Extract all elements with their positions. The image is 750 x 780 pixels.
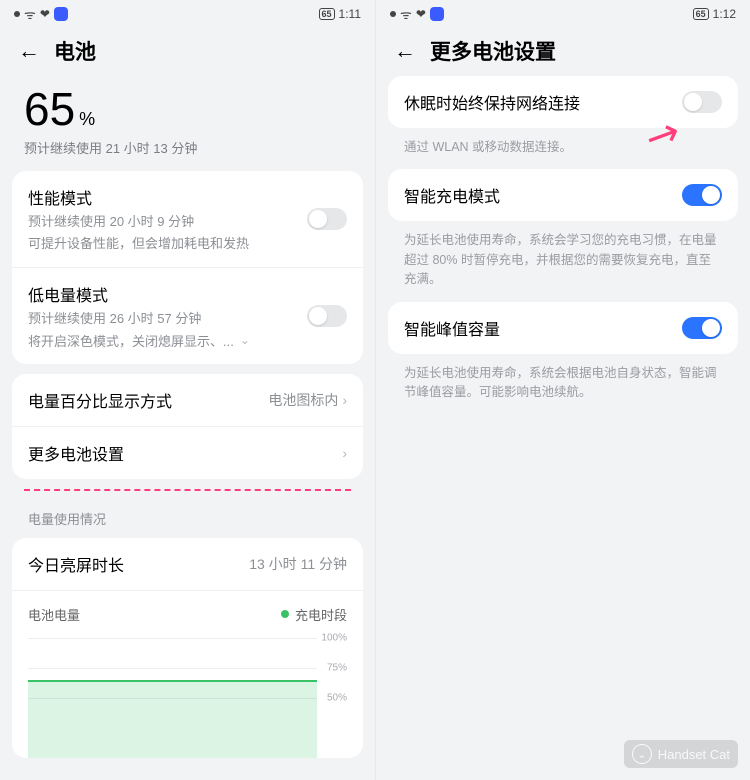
smart-charge-desc: 为延长电池使用寿命，系统会学习您的充电习惯，在电量超过 80% 时暂停充电，并根… [388,231,738,301]
battery-icon: 65 [319,8,335,20]
perf-sub1: 预计继续使用 20 小时 9 分钟 [28,213,295,231]
row-screen-time[interactable]: 今日亮屏时长 13 小时 11 分钟 [12,538,363,590]
status-dot-icon [14,11,20,17]
page-title: 电池 [54,36,96,66]
low-toggle[interactable] [307,305,347,327]
smart-charge-title: 智能充电模式 [404,183,500,207]
row-percent-display[interactable]: 电量百分比显示方式 电池图标内 › [12,374,363,426]
chart-legend: 充电时段 [281,605,347,624]
status-dot-icon [390,11,396,17]
smart-charge-card: 智能充电模式 [388,169,738,221]
usage-section-label: 电量使用情况 [12,503,363,538]
row-low-power-mode[interactable]: 低电量模式 预计继续使用 26 小时 57 分钟 将开启深色模式，关闭熄屏显示、… [12,267,363,363]
row-smart-charge[interactable]: 智能充电模式 [388,169,738,221]
screen-time-value: 13 小时 11 分钟 [249,554,347,574]
battery-percent: 65 % [24,82,95,136]
perf-toggle[interactable] [307,208,347,230]
highlight-underline [24,489,351,491]
status-right: 65 1:11 [319,7,361,21]
wifi-icon: ᯤ [24,5,36,23]
chart-label: 电池电量 [28,605,80,624]
battery-hero: 65 % 预计继续使用 21 小时 13 分钟 [12,76,363,171]
row-chart-header: 电池电量 充电时段 [12,590,363,628]
row-performance-mode[interactable]: 性能模式 预计继续使用 20 小时 9 分钟 可提升设备性能，但会增加耗电和发热 [12,171,363,267]
ytick-75: 75% [327,662,347,673]
chevron-right-icon: › [342,392,347,408]
app-icon [54,7,68,21]
percent-display-title: 电量百分比显示方式 [28,388,172,412]
row-more-battery-settings[interactable]: 更多电池设置 › [12,426,363,479]
battery-percent-value: 65 [24,82,75,136]
phone-left: ᯤ ❤ 65 1:11 ← 电池 65 % 预计继续使用 21 小时 13 分钟… [0,0,375,780]
percent-display-value-text: 电池图标内 [268,390,338,410]
perf-sub2: 可提升设备性能，但会增加耗电和发热 [28,235,295,253]
percent-display-value: 电池图标内 › [268,390,347,410]
status-left: ᯤ ❤ [390,5,444,23]
perf-title: 性能模式 [28,185,295,209]
phone-right: ᯤ ❤ 65 1:12 ← 更多电池设置 休眠时始终保持网络连接 通过 WLAN… [375,0,750,780]
status-time: 1:11 [339,7,361,21]
low-sub1: 预计继续使用 26 小时 57 分钟 [28,310,295,328]
header: ← 更多电池设置 [376,28,750,76]
status-left: ᯤ ❤ [14,5,68,23]
sleep-network-desc: 通过 WLAN 或移动数据连接。 [388,138,738,169]
low-sub2: 将开启深色模式，关闭熄屏显示、... ⌄ [28,331,295,350]
status-bar: ᯤ ❤ 65 1:11 [0,0,375,28]
watermark-icon: ⌄ [632,744,652,764]
chevron-right-icon: › [342,445,347,461]
row-smart-peak[interactable]: 智能峰值容量 [388,302,738,354]
page-title: 更多电池设置 [430,36,556,66]
header: ← 电池 [0,28,375,76]
chart-fill [28,680,317,758]
legend-dot-icon [281,610,289,618]
percent-symbol: % [79,109,95,130]
sleep-network-card: 休眠时始终保持网络连接 [388,76,738,128]
heart-icon: ❤ [40,7,50,21]
ytick-50: 50% [327,692,347,703]
sleep-network-toggle[interactable] [682,91,722,113]
wifi-icon: ᯤ [400,5,412,23]
row-sleep-network[interactable]: 休眠时始终保持网络连接 [388,76,738,128]
status-time: 1:12 [713,7,736,21]
app-icon [430,7,444,21]
content: 休眠时始终保持网络连接 通过 WLAN 或移动数据连接。 ↗ 智能充电模式 为延… [376,76,750,414]
back-icon[interactable]: ← [394,38,416,64]
low-title: 低电量模式 [28,282,295,306]
low-sub2-text: 将开启深色模式，关闭熄屏显示、... [28,331,234,350]
legend-text: 充电时段 [295,605,347,624]
ytick-100: 100% [321,632,347,643]
usage-card: 今日亮屏时长 13 小时 11 分钟 电池电量 充电时段 100% 75% 50… [12,538,363,758]
watermark-text: Handset Cat [658,747,730,762]
heart-icon: ❤ [416,7,426,21]
battery-estimate: 预计继续使用 21 小时 13 分钟 [24,138,351,157]
smart-peak-desc: 为延长电池使用寿命，系统会根据电池自身状态，智能调节峰值容量。可能影响电池续航。 [388,364,738,415]
smart-peak-card: 智能峰值容量 [388,302,738,354]
content: 65 % 预计继续使用 21 小时 13 分钟 性能模式 预计继续使用 20 小… [0,76,375,758]
sleep-network-title: 休眠时始终保持网络连接 [404,90,580,114]
back-icon[interactable]: ← [18,38,40,64]
smart-charge-toggle[interactable] [682,184,722,206]
settings-card: 电量百分比显示方式 电池图标内 › 更多电池设置 › [12,374,363,479]
chevron-down-icon[interactable]: ⌄ [240,333,250,347]
smart-peak-title: 智能峰值容量 [404,316,500,340]
battery-icon: 65 [693,8,709,20]
modes-card: 性能模式 预计继续使用 20 小时 9 分钟 可提升设备性能，但会增加耗电和发热… [12,171,363,364]
watermark: ⌄ Handset Cat [624,740,738,768]
status-bar: ᯤ ❤ 65 1:12 [376,0,750,28]
status-right: 65 1:12 [693,7,736,21]
more-settings-title: 更多电池设置 [28,441,124,465]
screen-time-title: 今日亮屏时长 [28,552,124,576]
battery-chart: 100% 75% 50% [28,638,347,758]
smart-peak-toggle[interactable] [682,317,722,339]
